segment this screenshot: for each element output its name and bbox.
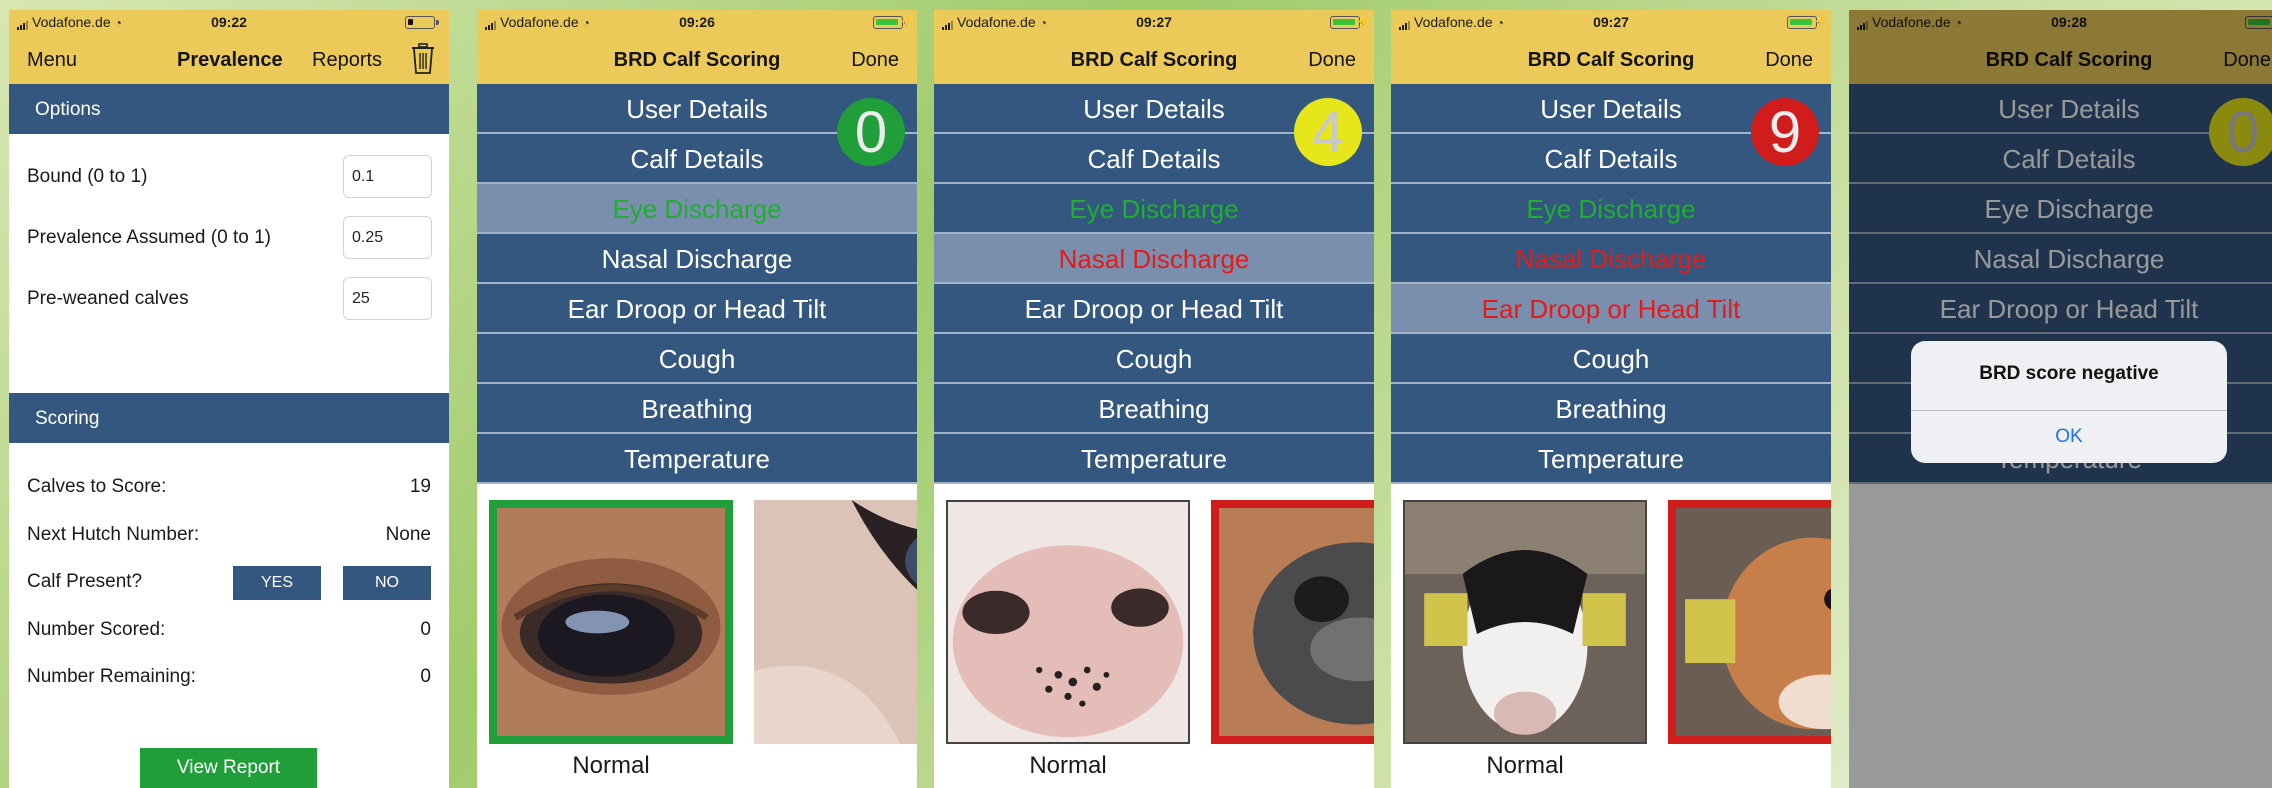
menu-item-breathing[interactable]: Breathing [934,384,1374,434]
menu-item-ear-droop[interactable]: Ear Droop or Head Tilt [1391,284,1831,334]
next-hutch-row: Next Hutch Number: None [27,524,431,546]
calf-image-2 [1676,508,1831,736]
alert-ok-button[interactable]: OK [1911,411,2227,463]
done-button[interactable]: Done [851,49,899,72]
charging-icon: ⚡ [1813,16,1827,28]
nose-image [948,502,1188,742]
yes-button[interactable]: YES [233,566,321,600]
eye-photo-normal[interactable] [489,500,733,744]
number-remaining-value: 0 [420,666,431,687]
view-report-button[interactable]: View Report [140,748,317,788]
score-badge: 9 [1751,98,1819,166]
alert-dialog: BRD score negative OK [1911,341,2227,463]
status-bar: Vodafone.de ◔ 09:27 ⚡ [1391,10,1831,35]
menu-item-temperature[interactable]: Temperature [934,434,1374,484]
score-badge: 0 [837,98,905,166]
prevalence-input[interactable] [343,216,432,259]
done-button[interactable]: Done [1765,49,1813,72]
menu-item-ear-droop[interactable]: Ear Droop or Head Tilt [934,284,1374,334]
number-scored-row: Number Scored: 0 [27,619,431,641]
calf-photo-normal[interactable] [1403,500,1647,744]
prevalence-label: Prevalence Assumed (0 to 1) [27,227,271,248]
menu-item-eye-discharge[interactable]: Eye Discharge [1391,184,1831,234]
nose-photo-discharge[interactable] [1211,500,1374,744]
number-scored-value: 0 [420,619,431,640]
nav-bar: BRD Calf Scoring Done [477,35,917,84]
alert-title: BRD score negative [1979,363,2159,384]
charging-icon: ⚡ [1356,16,1370,28]
charging-icon: ⚡ [899,16,913,28]
status-time: 09:26 [679,14,715,30]
status-time: 09:27 [1593,14,1629,30]
screen-prevalence: Vodafone.de ◔ 09:22 Menu Prevalence Repo… [9,10,449,788]
number-scored-label: Number Scored: [27,619,166,640]
menu-item-cough[interactable]: Cough [1391,334,1831,384]
menu-item-temperature[interactable]: Temperature [477,434,917,484]
menu-item-cough[interactable]: Cough [477,334,917,384]
scoring-header: Scoring [9,393,449,443]
nav-bar: BRD Calf Scoring Done [934,35,1374,84]
menu-item-eye-discharge[interactable]: Eye Discharge [477,184,917,234]
next-hutch-value: None [385,524,431,545]
menu-item-nasal-discharge[interactable]: Nasal Discharge [934,234,1374,284]
photo-label: Normal [572,752,650,779]
page-title: Prevalence [177,49,283,71]
menu-item-breathing[interactable]: Breathing [1391,384,1831,434]
status-bar: Vodafone.de ◔ 09:27 ⚡ [934,10,1374,35]
menu-item-nasal-discharge[interactable]: Nasal Discharge [477,234,917,284]
menu-item-temperature[interactable]: Temperature [1391,434,1831,484]
calf-image [1405,502,1645,742]
photo-label: Normal [1486,752,1564,779]
calf-photo-ear-droop[interactable] [1668,500,1831,744]
menu-item-nasal-discharge[interactable]: Nasal Discharge [1391,234,1831,284]
photo-label: Normal [1029,752,1107,779]
menu-item-eye-discharge[interactable]: Eye Discharge [934,184,1374,234]
number-remaining-row: Number Remaining: 0 [27,666,431,688]
score-badge: 4 [1294,98,1362,166]
eye-image [497,508,725,736]
done-button[interactable]: Done [1308,49,1356,72]
status-bar: Vodafone.de ◔ 09:22 [9,10,449,35]
options-header: Options [9,84,449,134]
eye-photo-discharge[interactable] [754,500,917,744]
screen-scoring-result: Vodafone.de ◔ 09:28 BRD Calf Scoring Don… [1849,10,2272,788]
nav-bar: BRD Calf Scoring Done [1391,35,1831,84]
trash-icon[interactable] [411,43,435,75]
number-remaining-label: Number Remaining: [27,666,196,687]
reports-button[interactable]: Reports [312,49,382,72]
status-time: 09:27 [1136,14,1172,30]
screen-scoring-nasal: Vodafone.de ◔ 09:27 ⚡ BRD Calf Scoring D… [934,10,1374,788]
nose-photo-normal[interactable] [946,500,1190,744]
eye-image-2 [754,500,917,744]
calf-present-label: Calf Present? [27,571,143,592]
bound-label: Bound (0 to 1) [27,166,148,187]
calves-to-score-row: Calves to Score: 19 [27,476,431,498]
nose-image-2 [1219,508,1374,736]
bound-input[interactable] [343,155,432,198]
preweaned-label: Pre-weaned calves [27,288,189,309]
preweaned-input[interactable] [343,277,432,320]
status-time: 09:22 [211,14,247,30]
menu-button[interactable]: Menu [27,49,77,72]
screen-scoring-ear: Vodafone.de ◔ 09:27 ⚡ BRD Calf Scoring D… [1391,10,1831,788]
calves-to-score-value: 19 [409,476,431,497]
menu-item-breathing[interactable]: Breathing [477,384,917,434]
menu-item-cough[interactable]: Cough [934,334,1374,384]
status-bar: Vodafone.de ◔ 09:26 ⚡ [477,10,917,35]
battery-icon [405,16,439,29]
menu-item-ear-droop[interactable]: Ear Droop or Head Tilt [477,284,917,334]
calves-to-score-label: Calves to Score: [27,476,167,497]
next-hutch-label: Next Hutch Number: [27,524,200,545]
screen-scoring-eye: Vodafone.de ◔ 09:26 ⚡ BRD Calf Scoring D… [477,10,917,788]
nav-bar: Menu Prevalence Reports [9,35,449,84]
no-button[interactable]: NO [343,566,431,600]
